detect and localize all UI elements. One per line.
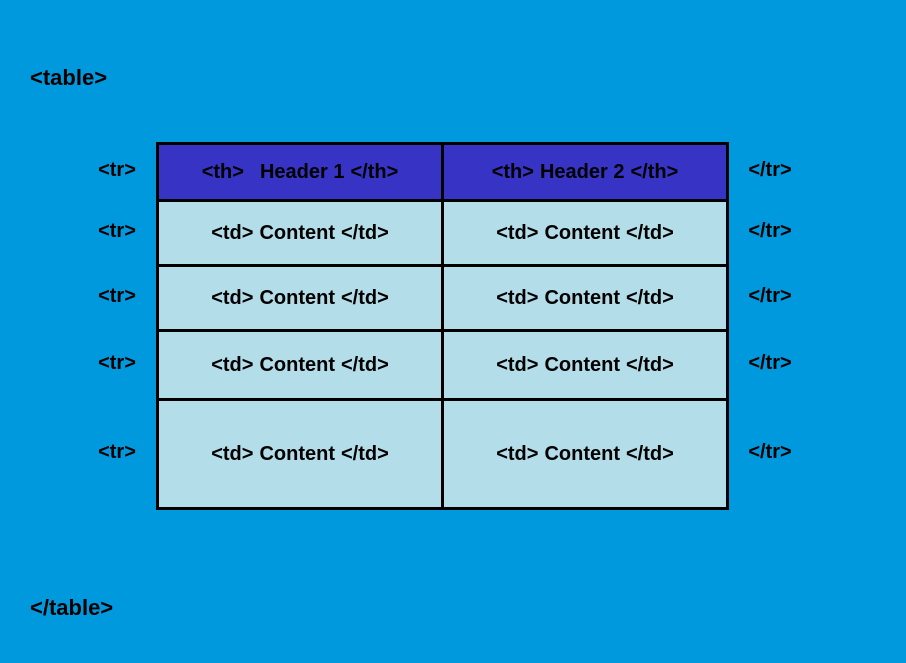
tr-close-tag: </tr>	[726, 285, 804, 308]
header-cell-1: <th> Header 1 </th>	[156, 142, 444, 202]
header-row: <tr> <th> Header 1 </th> <th> Header 2 <…	[78, 142, 804, 199]
body-cell-3-1: <td> Content </td>	[156, 329, 444, 401]
tr-close-tag: </tr>	[726, 441, 804, 464]
body-cell-4-2: <td> Content </td>	[441, 398, 729, 510]
content-text: Content	[544, 443, 620, 466]
body-row-2: <tr> <td> Content </td> <td> Content </t…	[78, 264, 804, 329]
tr-open-tag: <tr>	[78, 285, 156, 308]
content-text: Content	[259, 443, 335, 466]
body-row-1: <tr> <td> Content </td> <td> Content </t…	[78, 199, 804, 264]
tr-close-tag: </tr>	[726, 159, 804, 182]
th-open-tag: <th>	[202, 161, 244, 184]
body-cell-4-1: <td> Content </td>	[156, 398, 444, 510]
content-text: Content	[544, 354, 620, 377]
content-text: Content	[259, 354, 335, 377]
td-close-tag: </td>	[626, 354, 674, 377]
body-cell-1-1: <td> Content </td>	[156, 199, 444, 267]
content-text: Content	[544, 287, 620, 310]
td-close-tag: </td>	[341, 443, 389, 466]
td-close-tag: </td>	[341, 287, 389, 310]
body-cell-1-2: <td> Content </td>	[441, 199, 729, 267]
td-close-tag: </td>	[341, 222, 389, 245]
tr-open-tag: <tr>	[78, 352, 156, 375]
td-close-tag: </td>	[626, 222, 674, 245]
td-open-tag: <td>	[211, 287, 253, 310]
td-close-tag: </td>	[626, 287, 674, 310]
body-cell-3-2: <td> Content </td>	[441, 329, 729, 401]
td-open-tag: <td>	[211, 354, 253, 377]
body-row-3: <tr> <td> Content </td> <td> Content </t…	[78, 329, 804, 398]
tr-open-tag: <tr>	[78, 159, 156, 182]
th-open-tag: <th>	[492, 161, 534, 184]
table-open-tag: <table>	[30, 65, 107, 91]
td-open-tag: <td>	[211, 443, 253, 466]
td-close-tag: </td>	[341, 354, 389, 377]
th-close-tag: </th>	[350, 161, 398, 184]
tr-close-tag: </tr>	[726, 352, 804, 375]
tr-close-tag: </tr>	[726, 220, 804, 243]
td-open-tag: <td>	[496, 443, 538, 466]
table-diagram: <tr> <th> Header 1 </th> <th> Header 2 <…	[78, 142, 804, 507]
content-text: Content	[259, 287, 335, 310]
header-2-text: Header 2	[540, 161, 625, 184]
content-text: Content	[544, 222, 620, 245]
td-open-tag: <td>	[496, 354, 538, 377]
td-open-tag: <td>	[496, 287, 538, 310]
tr-open-tag: <tr>	[78, 220, 156, 243]
th-close-tag: </th>	[630, 161, 678, 184]
header-cell-2: <th> Header 2 </th>	[441, 142, 729, 202]
body-row-4: <tr> <td> Content </td> <td> Content </t…	[78, 398, 804, 507]
td-open-tag: <td>	[496, 222, 538, 245]
td-open-tag: <td>	[211, 222, 253, 245]
body-cell-2-2: <td> Content </td>	[441, 264, 729, 332]
table-close-tag: </table>	[30, 595, 113, 621]
content-text: Content	[259, 222, 335, 245]
td-close-tag: </td>	[626, 443, 674, 466]
body-cell-2-1: <td> Content </td>	[156, 264, 444, 332]
header-1-text: Header 1	[260, 161, 345, 184]
tr-open-tag: <tr>	[78, 441, 156, 464]
